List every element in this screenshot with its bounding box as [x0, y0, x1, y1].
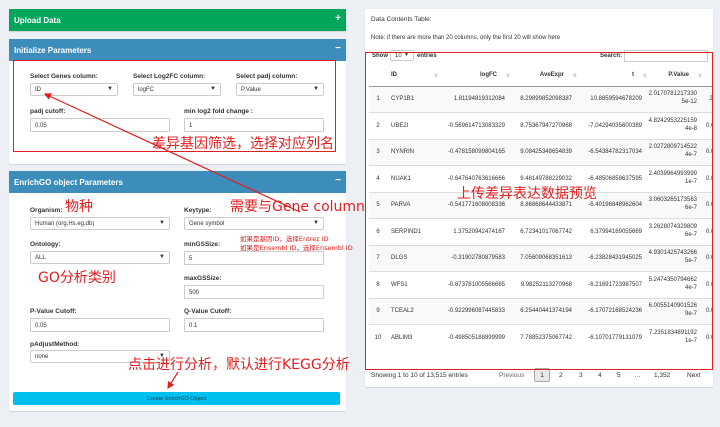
maxgssize-input[interactable]: 500 — [184, 285, 324, 299]
pagination-page-3[interactable]: 3 — [579, 372, 583, 379]
pvalue-cutoff-input[interactable]: 0.05 — [30, 318, 170, 332]
annotation-preview: 上传差异表达数据预览 — [457, 186, 597, 202]
pagination-page-4[interactable]: 4 — [598, 372, 602, 379]
keytype-value: Gene symbol — [189, 221, 225, 227]
expand-icon[interactable]: + — [335, 13, 341, 24]
pagination-previous[interactable]: Previous — [499, 372, 524, 379]
organism-label: Organism: — [30, 207, 63, 214]
mingssize-input[interactable]: 5 — [184, 251, 324, 265]
annotation-go-category: GO分析类别 — [38, 270, 116, 286]
pagination-page-5[interactable]: 5 — [617, 372, 621, 379]
maxgssize-label: maxGSSize: — [184, 275, 222, 282]
create-enrichgo-button[interactable]: Create EnrichGO Object — [13, 392, 340, 405]
enrichgo-parameters-title: EnrichGO object Parameters — [14, 178, 123, 187]
ontology-label: Ontology: — [30, 241, 61, 248]
ontology-value: ALL — [35, 255, 46, 261]
qvalue-cutoff-label: Q-Value Cutoff: — [184, 308, 232, 315]
pagination-ellipsis: … — [634, 372, 641, 379]
caret-down-icon: ▼ — [159, 254, 165, 260]
qvalue-cutoff-input[interactable]: 0.1 — [184, 318, 324, 332]
initialize-parameters-title: Initialize Parameters — [14, 46, 92, 55]
keytype-label: Keytype: — [184, 207, 212, 214]
collapse-icon[interactable]: − — [335, 43, 341, 54]
organism-select[interactable]: Human (org.Hs.eg.db) ▼ — [30, 217, 170, 230]
pagination-page-last[interactable]: 1,352 — [654, 372, 670, 379]
annotation-filter-genes: 差异基因筛选，选择对应列名 — [152, 136, 334, 152]
annotation-click-run: 点击进行分析，默认进行KEGG分析 — [128, 357, 350, 373]
organism-value: Human (org.Hs.eg.db) — [35, 221, 95, 227]
mingssize-label: minGSSize: — [184, 241, 221, 248]
data-contents-title: Data Contents Table: — [371, 16, 432, 23]
upload-data-header[interactable]: Upload Data + — [9, 9, 346, 31]
collapse-icon[interactable]: − — [335, 175, 341, 186]
data-note: Note: if there are more than 20 columns,… — [371, 35, 561, 41]
pagination-page-2[interactable]: 2 — [559, 372, 563, 379]
upload-data-panel: Upload Data + — [9, 9, 346, 31]
annotation-box-table — [365, 52, 713, 370]
annotation-species: 物种 — [65, 199, 93, 215]
padjustmethod-label: pAdjustMethod: — [30, 341, 80, 348]
enrichgo-parameters-header[interactable]: EnrichGO object Parameters − — [9, 171, 346, 193]
keytype-select[interactable]: Gene symbol ▼ — [184, 217, 324, 230]
annotation-id-note-2: 如果是Ensembl ID，选择Ensembl ID — [240, 244, 353, 252]
pagination-page-1[interactable]: 1 — [534, 368, 550, 382]
initialize-parameters-header[interactable]: Initialize Parameters − — [9, 39, 346, 61]
pagination-next[interactable]: Next — [687, 372, 700, 379]
ontology-select[interactable]: ALL ▼ — [30, 251, 170, 264]
padjustmethod-value: none — [35, 354, 49, 360]
caret-down-icon: ▼ — [313, 220, 319, 226]
upload-data-title: Upload Data — [14, 16, 61, 25]
caret-down-icon: ▼ — [159, 220, 165, 226]
pvalue-cutoff-label: P-Value Cutoff: — [30, 308, 77, 315]
table-info: Showing 1 to 10 of 13,515 entries — [371, 372, 468, 379]
